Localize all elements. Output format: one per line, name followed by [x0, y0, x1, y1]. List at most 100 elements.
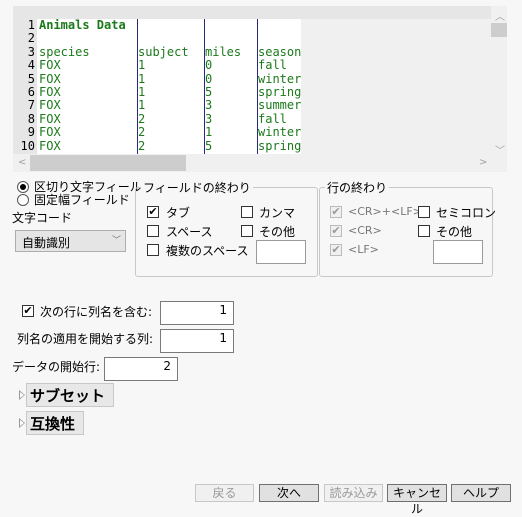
radio-fixed-width-label: 固定幅フィールド: [34, 193, 130, 207]
next-button[interactable]: 次へ: [259, 484, 319, 502]
line-number: 1: [27, 18, 35, 32]
cell: 1: [138, 98, 146, 113]
section-subset[interactable]: サブセット: [26, 383, 114, 407]
line-number: 9: [27, 125, 35, 140]
cell: FOX: [39, 125, 61, 140]
encoding-select[interactable]: 自動識別 ﹀: [15, 230, 126, 252]
field-end-title: フィールドの終わり: [141, 179, 253, 196]
section-compatibility[interactable]: 互換性: [26, 411, 84, 435]
line-number: 3: [27, 44, 35, 59]
preview-grid: Animals Data species FOX FOX FOX FOX FOX…: [37, 19, 301, 154]
checkbox-multiple-spaces-label: 複数のスペース: [166, 244, 249, 258]
checkbox-space[interactable]: [147, 225, 159, 237]
column-header: season: [258, 44, 301, 59]
preview-column-season: season fall winter spring summer fall wi…: [258, 19, 301, 154]
scroll-up-icon[interactable]: ︿: [495, 8, 505, 23]
cell: FOX: [39, 111, 61, 126]
column-header: species: [39, 44, 90, 59]
scroll-left-icon[interactable]: <: [18, 157, 26, 168]
expand-triangle-icon[interactable]: [19, 390, 25, 400]
cell: 3: [205, 98, 213, 113]
line-number: 7: [27, 98, 35, 113]
line-end-group: 行の終わり ✔ <CR>+<LF> セミコロン ✔ <CR> その他 ✔ <LF…: [319, 179, 497, 277]
line-number: 4: [27, 58, 35, 73]
checkbox-semicolon[interactable]: [418, 206, 430, 218]
checkbox-comma-label: カンマ: [259, 206, 296, 220]
checkbox-cr-label: <CR>: [348, 224, 382, 237]
checkbox-line-other[interactable]: [418, 225, 430, 237]
scroll-right-icon[interactable]: >: [479, 157, 487, 168]
preview-column-miles: miles 0 0 5 3 3 1 5: [205, 19, 257, 154]
line-number: 5: [27, 71, 35, 86]
checkbox-lf[interactable]: ✔: [330, 244, 342, 256]
checkbox-cr[interactable]: ✔: [330, 225, 342, 237]
checkbox-lf-label: <LF>: [348, 243, 379, 256]
header-row-label: 次の行に列名を含む:: [40, 305, 153, 319]
column-header: subject: [138, 44, 189, 59]
cell: winter: [258, 125, 301, 140]
cell: 1: [138, 58, 146, 73]
cell: FOX: [39, 85, 61, 99]
checkbox-header-row[interactable]: ✔: [22, 305, 34, 317]
preview-column-species: species FOX FOX FOX FOX FOX FOX FOX: [37, 19, 137, 154]
cell: 3: [205, 111, 213, 126]
vertical-scroll-thumb[interactable]: [491, 23, 507, 37]
horizontal-scroll-thumb[interactable]: [30, 155, 186, 171]
cell: 2: [138, 125, 146, 140]
checkbox-line-other-label: その他: [436, 225, 473, 239]
checkbox-tab[interactable]: ✔: [147, 206, 159, 218]
scroll-down-icon[interactable]: ﹀: [495, 142, 505, 157]
start-column-label: 列名の適用を開始する列:: [17, 332, 154, 346]
line-number: 6: [27, 85, 35, 99]
cancel-button[interactable]: キャンセル: [387, 484, 447, 516]
line-end-other-input[interactable]: [433, 240, 483, 264]
help-button[interactable]: ヘルプ: [451, 484, 511, 502]
cell: 1: [138, 85, 146, 99]
cell: FOX: [39, 98, 61, 113]
cell: winter: [258, 71, 301, 86]
encoding-label: 文字コード: [12, 211, 73, 225]
column-header: miles: [205, 44, 242, 59]
cell: 0: [205, 71, 213, 86]
cell: 1: [205, 125, 213, 140]
preview-column-subject: subject 1 1 1 1 2 2 2: [138, 19, 204, 154]
radio-delimited[interactable]: [17, 181, 29, 193]
radio-fixed-width[interactable]: [17, 194, 29, 206]
cell: 5: [205, 85, 213, 99]
data-start-input[interactable]: 2: [104, 357, 178, 381]
cell: 5: [205, 138, 213, 153]
cell: spring: [258, 85, 301, 99]
line-number: 10: [20, 138, 35, 153]
cell: summer: [258, 98, 301, 113]
start-column-input[interactable]: 1: [160, 329, 234, 353]
cell: fall: [258, 58, 287, 73]
encoding-value: 自動識別: [22, 236, 71, 250]
checkbox-tab-label: タブ: [166, 206, 191, 220]
cell: FOX: [39, 138, 61, 153]
checkbox-multiple-spaces[interactable]: [147, 244, 159, 256]
checkbox-crlf-label: <CR>+<LF>: [348, 205, 422, 218]
preview-header: [13, 6, 491, 19]
field-end-other-input[interactable]: [256, 240, 306, 264]
checkbox-space-label: スペース: [166, 225, 213, 239]
checkbox-comma[interactable]: [241, 206, 253, 218]
import-button[interactable]: 読み込み: [324, 484, 383, 502]
cell: spring: [258, 138, 301, 153]
cell: 0: [205, 58, 213, 73]
chevron-down-icon: ﹀: [112, 236, 122, 246]
line-number: 2: [27, 31, 35, 46]
cell: 1: [138, 71, 146, 86]
expand-triangle-icon[interactable]: [19, 418, 25, 428]
header-row-input[interactable]: 1: [160, 301, 234, 325]
back-button[interactable]: 戻る: [195, 484, 254, 502]
cell: FOX: [39, 58, 61, 73]
line-end-title: 行の終わり: [325, 179, 390, 196]
cell: FOX: [39, 71, 61, 86]
data-start-label: データの開始行:: [12, 360, 101, 374]
cell: 2: [138, 111, 146, 126]
checkbox-other[interactable]: [241, 225, 253, 237]
checkbox-semicolon-label: セミコロン: [436, 206, 497, 220]
line-number: 8: [27, 111, 35, 126]
cell: 2: [138, 138, 146, 153]
checkbox-crlf[interactable]: ✔: [330, 206, 342, 218]
